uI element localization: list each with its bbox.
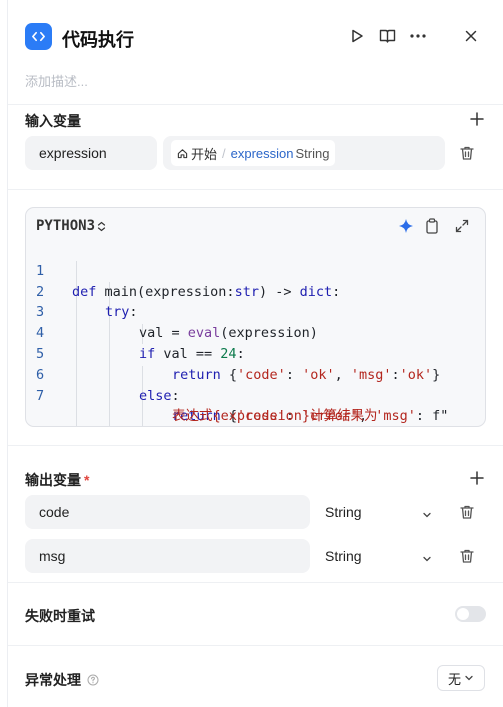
input-var-name: expression xyxy=(39,145,107,161)
panel-header: 代码执行 xyxy=(8,0,503,70)
variable-ref-chip: 开始 / expression String xyxy=(171,140,336,166)
updown-chevron-icon xyxy=(97,221,106,231)
expand-icon[interactable] xyxy=(453,217,471,235)
error-handling-select[interactable]: 无 xyxy=(437,665,485,691)
chevron-down-icon xyxy=(465,675,473,681)
ref-node-name: 开始 xyxy=(191,146,218,162)
divider xyxy=(8,104,503,105)
ref-variable-name: expression xyxy=(230,145,294,161)
delete-output-icon[interactable] xyxy=(459,548,475,564)
error-handling-label: 异常处理 xyxy=(25,670,99,690)
error-handling-text: 异常处理 xyxy=(25,672,81,688)
code-line: 5 return {'code': 'ok', 'msg':'ok'} xyxy=(26,323,485,383)
input-variables-label: 输入变量 xyxy=(25,113,81,129)
add-output-icon[interactable] xyxy=(469,470,485,486)
language-label: PYTHON3 xyxy=(36,218,96,234)
required-mark: * xyxy=(84,472,90,488)
chevron-down-icon[interactable] xyxy=(422,507,432,518)
retry-toggle[interactable] xyxy=(455,606,486,622)
input-var-ref-selector[interactable]: 开始 / expression String xyxy=(163,136,445,170)
delete-input-icon[interactable] xyxy=(459,145,475,161)
code-line-wrap: {val}，不是24"} xyxy=(26,406,485,426)
node-config-panel: 代码执行 添加描述... 输入变量 expression 开始 / expres… xyxy=(7,0,503,707)
help-doc-icon[interactable] xyxy=(377,26,397,46)
output-var-name: code xyxy=(39,504,70,520)
chevron-down-icon[interactable] xyxy=(422,551,432,562)
close-icon[interactable] xyxy=(461,26,481,46)
code-editor[interactable]: PYTHON3 1 def main(expression:str) -> di… xyxy=(25,207,486,427)
output-label-text: 输出变量 xyxy=(25,472,81,488)
code-node-icon xyxy=(25,23,52,50)
retry-label: 失败时重试 xyxy=(25,608,95,624)
divider xyxy=(8,582,503,583)
code-content[interactable]: 1 def main(expression:str) -> dict: 2 tr… xyxy=(26,240,485,426)
input-var-name-field[interactable]: expression xyxy=(25,136,157,170)
run-icon[interactable] xyxy=(347,26,367,46)
add-input-icon[interactable] xyxy=(469,111,485,127)
delete-output-icon[interactable] xyxy=(459,504,475,520)
ref-separator: / xyxy=(222,145,226,161)
code-line-wrap: 表达式{expression}计算结果为 xyxy=(26,386,485,424)
output-type-select[interactable]: String xyxy=(325,504,362,520)
output-variables-label: 输出变量 * xyxy=(25,470,89,490)
more-icon[interactable] xyxy=(408,26,428,46)
code-line: 2 try: xyxy=(26,261,485,321)
output-var-name-field[interactable]: code xyxy=(25,495,310,529)
output-var-name: msg xyxy=(39,548,66,564)
code-line: 6 else: xyxy=(26,344,485,404)
home-icon xyxy=(177,148,188,159)
code-line: 7 return {'code': 'error', 'msg': f" xyxy=(26,365,485,425)
code-line: 1 def main(expression:str) -> dict: xyxy=(26,240,485,300)
help-circle-icon[interactable] xyxy=(87,674,99,686)
divider xyxy=(8,645,503,646)
divider xyxy=(8,189,503,190)
description-input[interactable]: 添加描述... xyxy=(25,71,88,90)
code-line: 4 if val == 24: xyxy=(26,302,485,362)
code-line: 3 val = eval(expression) xyxy=(26,282,485,341)
language-selector[interactable]: PYTHON3 xyxy=(36,218,106,234)
ref-variable-type: String xyxy=(295,145,330,161)
divider xyxy=(8,445,503,446)
node-title[interactable]: 代码执行 xyxy=(62,26,134,52)
output-var-name-field[interactable]: msg xyxy=(25,539,310,573)
copy-icon[interactable] xyxy=(423,217,441,235)
output-type-select[interactable]: String xyxy=(325,548,362,564)
ai-sparkle-icon[interactable] xyxy=(397,217,415,235)
error-handling-value: 无 xyxy=(448,671,462,687)
